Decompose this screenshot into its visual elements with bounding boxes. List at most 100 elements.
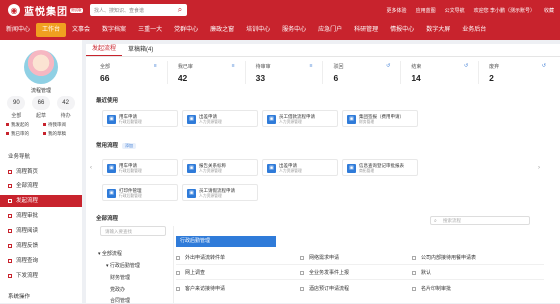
stat-value[interactable]: 66 [31, 96, 50, 110]
list-icon: ≡ [231, 63, 235, 69]
top-bar: ◉ 蓝悦集团 测试版 找人、搜知识、查食谱 ⌕ 更多体验 应用蓝图 公文导航 欢… [0, 0, 560, 20]
count-card[interactable]: 驳回 6 ↺ [323, 61, 402, 84]
nav-item[interactable]: 培训中心 [240, 23, 276, 37]
sidebar-item[interactable]: 流程首页 [0, 166, 82, 178]
top-links: 更多体验 应用蓝图 公文导航 欢迎您 李小鹏（测示账号） 收藏 [378, 0, 554, 20]
flow-card[interactable]: ▣ 报告关系标称 人力资源管理 [182, 159, 258, 176]
quick-link[interactable]: 我已审的 [6, 131, 43, 137]
count-card[interactable]: 全部 66 ≡ [90, 61, 168, 84]
flow-item[interactable]: 名片印制审批 [412, 285, 451, 292]
tab-drafts[interactable]: 草稿箱(4) [122, 44, 159, 56]
flow-card[interactable]: ▣ 员工借款流程申请 人力资源管理 [262, 110, 338, 127]
flow-card[interactable]: ▣ 集团签报（费用申请） 财务管理 [342, 110, 418, 127]
flow-search-input[interactable]: ⌕ 搜索流程 [430, 216, 530, 225]
sidebar-section-title: 系统操作 [8, 294, 31, 300]
tree-node[interactable]: ▾ 行政后勤管理 [106, 262, 140, 269]
count-card[interactable]: 废弃 2 ↺ [479, 61, 556, 84]
list-icon: ≡ [153, 63, 157, 69]
search-icon[interactable]: ⌕ [175, 5, 185, 15]
top-link-more[interactable]: 更多体验 [387, 7, 407, 14]
user-name: 流程管理 [30, 88, 51, 94]
nav-item[interactable]: 服务中心 [276, 23, 312, 37]
top-link-user[interactable]: 欢迎您 李小鹏（测示账号） [474, 7, 535, 14]
reject-icon: ↺ [386, 63, 391, 69]
count-summary: 全部 66 ≡ 我已审 42 ≡ 待审审 33 ≡ 驳回 6 ↺ 结束 14 ↺ 废弃 2 ↺ [90, 61, 556, 84]
sidebar-item[interactable]: 流程反馈 [0, 240, 82, 252]
quick-link[interactable]: 待我审阅 [43, 122, 80, 128]
sidebar-item[interactable]: 全部流程 [0, 180, 82, 192]
avatar[interactable] [24, 50, 58, 84]
quick-link[interactable]: 我发起的 [6, 122, 43, 128]
nav-item[interactable]: 廉政之窗 [204, 23, 240, 37]
nav-item[interactable]: 科研管理 [348, 23, 384, 37]
car-icon: ▣ [107, 164, 116, 173]
search-icon: ⌕ [434, 218, 437, 224]
flow-item[interactable]: 公司内部接待用餐申请表 [412, 254, 476, 261]
nav-item[interactable]: 党群中心 [168, 23, 204, 37]
count-card[interactable]: 我已审 42 ≡ [168, 61, 246, 84]
flow-item[interactable]: 网络需求申请 [300, 254, 339, 261]
sign-icon: ▣ [347, 115, 356, 124]
nav-item[interactable]: 三重一大 [132, 23, 168, 37]
add-chip[interactable]: 添加 [122, 143, 137, 149]
flow-card[interactable]: ▣ 出差申请 人力资源管理 [182, 110, 258, 127]
nav-item[interactable]: 新闻中心 [0, 23, 36, 37]
flow-item[interactable]: 酒店预订申请流程 [300, 285, 349, 292]
stat-value[interactable]: 90 [7, 96, 26, 110]
flow-card[interactable]: ▣ 用车申请 行政后勤管理 [102, 159, 178, 176]
flow-item[interactable]: 客户来访接待申请 [176, 285, 225, 292]
sidebar-section-title: 业务导航 [8, 154, 31, 160]
flow-card[interactable]: ▣ 出差申请 人力资源管理 [262, 159, 338, 176]
sidebar-item[interactable]: 流程查询 [0, 255, 82, 267]
flow-card[interactable]: ▣ 信息查询登记审批报表 商拓管理 [342, 159, 418, 176]
logo-text: 蓝悦集团 [24, 6, 68, 18]
global-search-input[interactable]: 找人、搜知识、查食谱 ⌕ [90, 4, 187, 16]
tree-node[interactable]: ▾ 全部流程 [98, 250, 122, 257]
top-link-blueprint[interactable]: 应用蓝图 [416, 7, 436, 14]
sidebar: 流程管理 90 66 42 全部 起草 待办 我发起的 待我审阅 我已审的 我的… [0, 40, 82, 303]
sidebar-item[interactable]: 流程审批 [0, 210, 82, 222]
nav-item-active[interactable]: 工作台 [36, 23, 67, 37]
user-stats: 90 66 42 [4, 96, 78, 110]
nav-item[interactable]: 文事会 [66, 23, 96, 37]
flow-item[interactable]: 外出申请流转件单 [176, 254, 225, 261]
info-icon: ▣ [347, 164, 356, 173]
tree-node[interactable]: 财务管理 [110, 274, 130, 281]
flow-card[interactable]: ▣ 用车申请 行政后勤管理 [102, 110, 178, 127]
report-icon: ▣ [187, 164, 196, 173]
stat-labels: 全部 起草 待办 [4, 112, 78, 119]
count-card[interactable]: 待审审 33 ≡ [246, 61, 324, 84]
sidebar-item[interactable]: 流程阅读 [0, 225, 82, 237]
top-link-docs[interactable]: 公文导航 [445, 7, 465, 14]
flow-item[interactable]: 默认 [412, 269, 431, 276]
nav-item[interactable]: 数字档案 [96, 23, 132, 37]
print-icon: ▣ [107, 189, 116, 198]
trip-icon: ▣ [187, 115, 196, 124]
sidebar-item-active[interactable]: 发起流程 [0, 195, 82, 207]
discard-icon: ↺ [541, 63, 546, 69]
flow-card[interactable]: ▣ 打印件管理 行政后勤管理 [102, 184, 178, 201]
flow-item[interactable]: 全业务发事件上报 [300, 269, 349, 276]
brand-logo[interactable]: ◉ 蓝悦集团 测试版 [8, 3, 98, 18]
nav-item[interactable]: 应急门户 [312, 23, 348, 37]
nav-item[interactable]: 业务后台 [456, 23, 492, 37]
tree-search-input[interactable]: 请输入要查找 [100, 226, 166, 236]
prev-arrow-icon[interactable]: ‹ [90, 165, 92, 171]
loan-icon: ▣ [267, 115, 276, 124]
stat-value[interactable]: 42 [56, 96, 75, 110]
recent-title: 最近使用 [96, 98, 119, 104]
sidebar-item[interactable]: 下发流程 [0, 270, 82, 282]
nav-item[interactable]: 数字大屏 [420, 23, 456, 37]
version-badge: 测试版 [70, 7, 83, 13]
flow-card[interactable]: ▣ 员工请假流程申请 人力资源管理 [182, 184, 258, 201]
nav-item[interactable]: 情报中心 [384, 23, 420, 37]
count-card[interactable]: 结束 14 ↺ [401, 61, 480, 84]
stat-label: 全部 [11, 113, 22, 119]
next-arrow-icon[interactable]: › [538, 165, 540, 171]
tree-node[interactable]: 党政办 [110, 286, 125, 293]
flow-item[interactable]: 网上调查 [176, 269, 205, 276]
top-link-favorites[interactable]: 收藏 [544, 7, 554, 14]
quick-link[interactable]: 我的草稿 [43, 131, 80, 137]
tab-start-flow[interactable]: 发起流程 [86, 43, 123, 56]
group-header[interactable]: 行政后勤管理 [176, 236, 276, 247]
